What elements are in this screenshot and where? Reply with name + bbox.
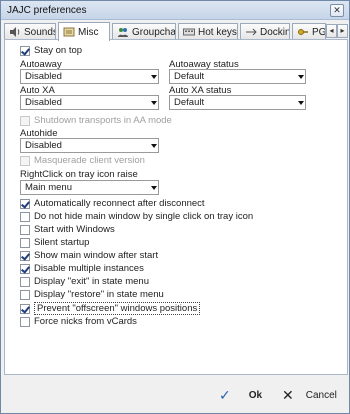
option-prevent-offscreen[interactable]: Prevent "offscreen" windows positions [20,302,201,315]
checkbox-label: Silent startup [34,237,90,248]
option-silent-startup[interactable]: Silent startup [20,237,89,248]
cancel-button[interactable]: ✕ Cancel [282,384,337,406]
select-value: Disabled [25,97,62,108]
checkbox-label: Show main window after start [34,250,159,261]
autohide-select[interactable]: Disabled [20,138,159,153]
masquerade-checkbox: Masquerade client version [20,155,145,166]
select-value: Disabled [25,71,62,82]
tab-label: Misc [78,26,99,38]
checkbox-box[interactable] [20,276,30,287]
tab-pgp[interactable]: PGP [292,23,326,40]
stay-on-top-checkbox[interactable]: Stay on top [20,45,82,56]
checkbox-label: Disable multiple instances [34,263,144,274]
tab-docking[interactable]: Docking [240,23,290,40]
option-do-not-hide-main-window[interactable]: Do not hide main window by single click … [20,211,253,222]
option-auto-reconnect[interactable]: Automatically reconnect after disconnect [20,198,205,209]
tab-hot-keys[interactable]: Hot keys [178,23,238,40]
autoaway-status-select[interactable]: Default [169,69,306,84]
checkbox-box[interactable] [20,211,30,222]
select-value: Default [174,97,205,108]
close-button[interactable]: ✕ [330,4,344,17]
close-icon: ✕ [333,5,341,15]
checkbox-label: Shutdown transports in AA mode [34,115,172,126]
checkbox-label: Masquerade client version [34,155,145,166]
autoaway-select[interactable]: Disabled [20,69,159,84]
select-value: Main menu [25,182,72,193]
speaker-icon [9,26,21,38]
autoxa-select[interactable]: Disabled [20,95,159,110]
window-title: JAJC preferences [7,5,87,16]
chevron-down-icon [150,97,157,108]
checkmark-icon: ✓ [219,386,231,403]
chevron-down-icon [297,71,304,82]
checkbox-box [20,155,30,166]
tab-sounds[interactable]: Sounds [4,23,56,40]
ok-button[interactable]: ✓ Ok [219,384,262,406]
key-icon [297,26,309,38]
checkbox-label: Display "restore" in state menu [34,289,164,300]
tab-misc[interactable]: Misc [58,22,110,41]
rightclick-label: RightClick on tray icon raise [20,169,138,180]
tab-bar: Sounds Misc Groupchat Hot keys Docking [4,22,348,41]
checkbox-label: Automatically reconnect after disconnect [34,198,205,209]
chevron-down-icon [150,140,157,151]
option-display-exit[interactable]: Display "exit" in state menu [20,276,149,287]
tab-scroll-right-button[interactable]: ▸ [337,24,348,38]
cancel-label: Cancel [305,389,337,401]
rightclick-select[interactable]: Main menu [20,180,159,195]
checkbox-box[interactable] [20,45,30,56]
checkbox-label: Prevent "offscreen" windows positions [34,302,201,315]
people-icon [117,26,129,38]
tab-label: Sounds [24,26,56,38]
docking-icon [245,26,257,38]
misc-icon [63,26,75,38]
close-icon: ✕ [282,386,294,403]
tab-scroll-left-button[interactable]: ◂ [326,24,337,38]
checkbox-box[interactable] [20,303,30,314]
misc-panel: Stay on top Autoaway Disabled Autoaway s… [4,39,348,375]
autoxa-status-select[interactable]: Default [169,95,306,110]
tab-label: Hot keys [198,26,237,38]
option-disable-multiple-instances[interactable]: Disable multiple instances [20,263,144,274]
ok-label: Ok [248,389,263,401]
tab-label: Docking [260,26,289,38]
checkbox-label: Stay on top [34,45,83,56]
checkbox-box[interactable] [20,263,30,274]
checkbox-box[interactable] [20,250,30,261]
checkbox-box [20,115,30,126]
checkbox-box[interactable] [20,198,30,209]
chevron-left-icon: ◂ [329,26,334,35]
chevron-down-icon [150,182,157,193]
option-start-with-windows[interactable]: Start with Windows [20,224,115,235]
checkbox-label: Do not hide main window by single click … [34,211,254,222]
chevron-down-icon [150,71,157,82]
chevron-down-icon [297,97,304,108]
preferences-window: JAJC preferences ✕ Sounds Misc Groupchat [0,0,350,414]
tab-label: PGP [312,26,326,38]
chevron-right-icon: ▸ [340,26,345,35]
title-bar: JAJC preferences ✕ [1,1,349,20]
option-force-nicks[interactable]: Force nicks from vCards [20,316,137,327]
tab-label: Groupchat [132,26,176,38]
checkbox-label: Start with Windows [34,224,115,235]
checkbox-box[interactable] [20,237,30,248]
option-show-main-window[interactable]: Show main window after start [20,250,158,261]
checkbox-label: Display "exit" in state menu [34,276,149,287]
keyboard-icon [183,26,195,38]
tab-groupchat[interactable]: Groupchat [112,23,176,40]
checkbox-box[interactable] [20,289,30,300]
shutdown-transports-checkbox: Shutdown transports in AA mode [20,115,172,126]
option-display-restore[interactable]: Display "restore" in state menu [20,289,164,300]
select-value: Default [174,71,205,82]
checkbox-label: Force nicks from vCards [34,316,137,327]
select-value: Disabled [25,140,62,151]
checkbox-box[interactable] [20,224,30,235]
checkbox-box[interactable] [20,316,30,327]
